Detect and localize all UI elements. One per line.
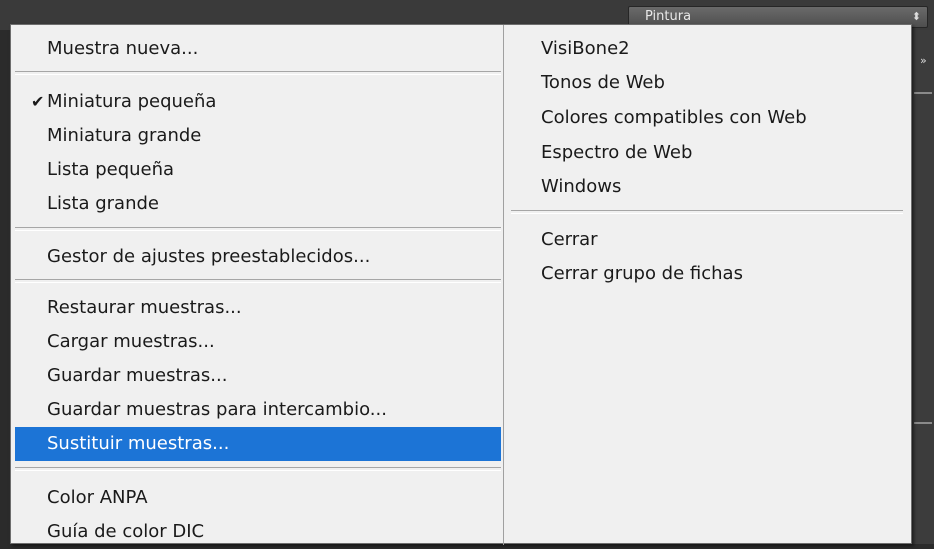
menu-item-label: Guardar muestras... (47, 365, 228, 386)
menu-separator (511, 210, 903, 214)
panel-menu-icon[interactable] (914, 92, 932, 94)
menu-separator (15, 279, 501, 283)
menu-item-label: Cargar muestras... (47, 331, 215, 352)
menu-item-restore-swatches[interactable]: Restaurar muestras... (15, 291, 501, 325)
menu-item-web-safe-colors[interactable]: Colores compatibles con Web (511, 101, 807, 135)
menu-item-web-spectrum[interactable]: Espectro de Web (511, 136, 692, 170)
menu-separator (15, 227, 501, 231)
menu-item-close[interactable]: Cerrar (511, 223, 598, 257)
workspace-label: Pintura (645, 9, 692, 24)
expand-panels-icon[interactable]: » (920, 54, 927, 67)
menu-item-visibone2[interactable]: VisiBone2 (511, 32, 630, 66)
menu-item-label: Restaurar muestras... (47, 297, 242, 318)
menu-item-large-thumbnail[interactable]: Miniatura grande (15, 119, 501, 153)
menu-item-save-swatches[interactable]: Guardar muestras... (15, 359, 501, 393)
menu-item-label: Sustituir muestras... (47, 433, 230, 454)
menu-item-close-tab-group[interactable]: Cerrar grupo de fichas (511, 257, 743, 291)
menu-item-large-list[interactable]: Lista grande (15, 187, 501, 221)
menu-item-small-thumbnail[interactable]: ✔ Miniatura pequeña (15, 85, 501, 119)
up-down-arrows-icon: ⬍ (911, 10, 921, 23)
menu-item-small-list[interactable]: Lista pequeña (15, 153, 501, 187)
panel-side-strip: » (912, 30, 934, 544)
menu-item-label: Tonos de Web (541, 72, 665, 93)
menu-item-anpa-color[interactable]: Color ANPA (15, 481, 501, 515)
menu-item-label: Colores compatibles con Web (541, 107, 807, 128)
menu-item-label: Muestra nueva... (47, 38, 199, 59)
checkmark-icon: ✔ (31, 92, 45, 111)
menu-item-replace-swatches[interactable]: Sustituir muestras... (15, 427, 501, 461)
menu-item-save-swatches-exchange[interactable]: Guardar muestras para intercambio... (15, 393, 501, 427)
menu-item-windows[interactable]: Windows (511, 170, 621, 204)
menu-item-label: Lista pequeña (47, 159, 175, 180)
menu-item-label: Guardar muestras para intercambio... (47, 399, 387, 420)
menu-item-web-hues[interactable]: Tonos de Web (511, 66, 665, 100)
menu-item-label: Gestor de ajustes preestablecidos... (47, 246, 371, 267)
menu-item-label: Cerrar grupo de fichas (541, 263, 743, 284)
menu-item-label: Color ANPA (47, 487, 148, 508)
swatches-panel-menu: Muestra nueva... ✔ Miniatura pequeña Min… (10, 24, 912, 545)
panel-menu-icon-2[interactable] (914, 422, 932, 424)
menu-item-label: Miniatura pequeña (47, 91, 217, 112)
menu-item-label: Miniatura grande (47, 125, 202, 146)
menu-item-label: Windows (541, 176, 622, 197)
menu-separator (15, 71, 501, 75)
menu-column-divider (503, 25, 504, 545)
menu-separator (15, 467, 501, 471)
menu-item-preset-manager[interactable]: Gestor de ajustes preestablecidos... (15, 240, 501, 274)
menu-item-label: Espectro de Web (541, 142, 693, 163)
menu-item-label: VisiBone2 (541, 38, 630, 59)
menu-item-label: Guía de color DIC (47, 521, 205, 542)
menu-item-label: Cerrar (541, 229, 598, 250)
menu-item-load-swatches[interactable]: Cargar muestras... (15, 325, 501, 359)
menu-item-label: Lista grande (47, 193, 159, 214)
menu-item-new-swatch[interactable]: Muestra nueva... (15, 32, 501, 66)
